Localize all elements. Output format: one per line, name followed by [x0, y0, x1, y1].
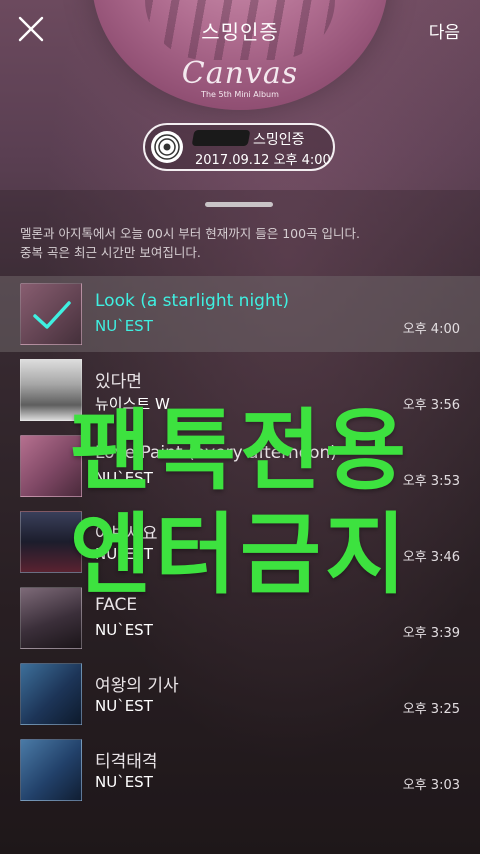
watermark-line-2: 엔터금지	[70, 503, 410, 606]
track-artist: NU`EST	[95, 317, 153, 335]
certificate-badge: 스밍인증 2017.09.12 오후 4:00	[143, 123, 335, 171]
track-artist: NU`EST	[95, 697, 153, 715]
disc-icon	[151, 131, 183, 163]
track-title: Look (a starlight night)	[95, 291, 290, 311]
track-row[interactable]: Look (a starlight night) NU`EST 오후 4:00	[0, 276, 480, 352]
info-line-1: 멜론과 아지톡에서 오늘 00시 부터 현재까지 들은 100곡 입니다.	[20, 226, 361, 241]
drag-handle[interactable]	[205, 202, 273, 207]
track-artist: NU`EST	[95, 621, 153, 639]
track-time: 오후 3:39	[402, 626, 460, 641]
page-title: 스밍인증	[201, 20, 279, 44]
next-button[interactable]: 다음	[429, 18, 460, 43]
check-icon	[33, 301, 71, 329]
album-thumbnail	[20, 283, 82, 345]
track-artist: NU`EST	[95, 773, 153, 791]
track-time: 오후 3:03	[402, 778, 460, 793]
track-title: 여왕의 기사	[95, 676, 179, 696]
track-title: 티격태격	[95, 752, 158, 772]
track-row[interactable]: 티격태격 NU`EST 오후 3:03	[0, 732, 480, 808]
album-thumbnail	[20, 663, 82, 725]
redacted-username	[191, 130, 251, 146]
album-logo: Canvas	[181, 56, 299, 91]
album-subtitle: The 5th Mini Album	[201, 90, 279, 99]
info-text: 멜론과 아지톡에서 오늘 00시 부터 현재까지 들은 100곡 입니다. 중복…	[20, 224, 460, 262]
track-row[interactable]: 여왕의 기사 NU`EST 오후 3:25	[0, 656, 480, 732]
certificate-label: 스밍인증	[253, 132, 305, 148]
album-thumbnail	[20, 739, 82, 801]
certificate-datetime: 2017.09.12 오후 4:00	[195, 153, 331, 168]
track-time: 오후 4:00	[402, 322, 460, 337]
track-time: 오후 3:25	[402, 702, 460, 717]
info-line-2: 중복 곡은 최근 시간만 보여집니다.	[20, 245, 201, 260]
